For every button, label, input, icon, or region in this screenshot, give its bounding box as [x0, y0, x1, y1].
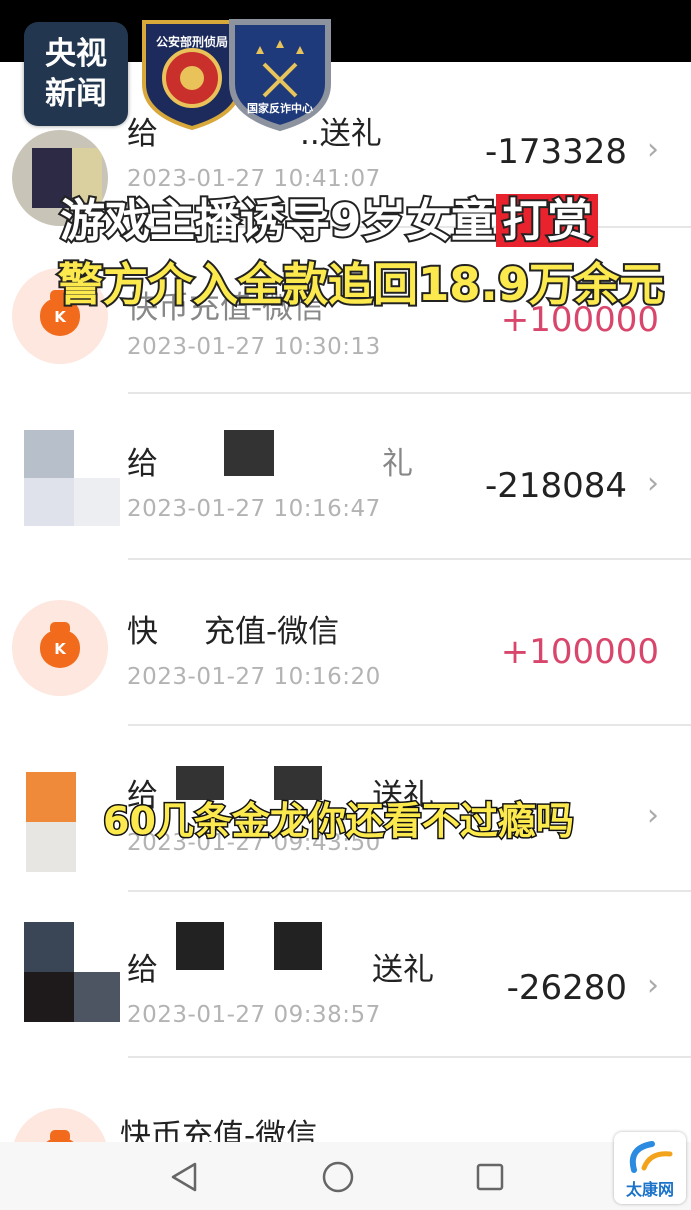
transaction-title-end: 礼 — [382, 446, 413, 482]
redacted-block — [274, 922, 322, 970]
money-bag-icon: K — [12, 1108, 108, 1142]
avatar — [24, 922, 120, 1022]
transaction-title: 快币充值-微信 — [120, 1118, 318, 1142]
transaction-title-end: 充值-微信 — [204, 614, 340, 650]
transaction-row[interactable]: 给 礼 2023-01-27 10:16:47 -218084 › — [0, 394, 691, 560]
transaction-date: 2023-01-27 10:16:47 — [127, 496, 381, 522]
transaction-row[interactable]: 给 送礼 2023-01-27 09:38:57 -26280 › — [0, 892, 691, 1058]
back-icon[interactable] — [164, 1160, 204, 1194]
transaction-amount: -26280 — [506, 968, 627, 1008]
transaction-title-end: 送礼 — [372, 952, 434, 988]
watermark-logo: 太康网 — [614, 1132, 686, 1204]
transaction-date: 2023-01-27 10:30:13 — [127, 334, 381, 360]
avatar — [24, 430, 120, 526]
chevron-right-icon: › — [647, 798, 659, 833]
transaction-date: 2023-01-27 10:16:20 — [127, 664, 381, 690]
transaction-amount: -173328 — [484, 132, 627, 172]
redacted-block — [224, 430, 274, 476]
redacted-block — [176, 922, 224, 970]
headline-line2: 警方介入全款追回18.9万余元 — [56, 256, 666, 313]
transaction-title: 给 — [127, 952, 158, 988]
chevron-right-icon: › — [647, 132, 659, 167]
chevron-right-icon: › — [647, 968, 659, 1003]
svg-text:国家反诈中心: 国家反诈中心 — [247, 101, 313, 115]
transaction-row[interactable]: K 快 充值-微信 2023-01-27 10:16:20 +100000 — [0, 560, 691, 726]
transaction-amount: +100000 — [500, 632, 659, 672]
avatar — [26, 772, 76, 872]
cctv-news-logo: 央视 新闻 — [24, 22, 128, 126]
transaction-amount: -218084 — [484, 466, 627, 506]
svg-text:公安部刑侦局: 公安部刑侦局 — [156, 34, 228, 49]
transaction-row[interactable]: K 快币充值-微信 — [0, 1058, 691, 1142]
money-bag-icon: K — [12, 600, 108, 696]
headline-highlight: 打赏 — [496, 192, 599, 249]
recents-icon[interactable] — [470, 1160, 510, 1194]
navigation-bar — [0, 1142, 691, 1210]
video-subtitle: 60几条金龙你还看不过瘾吗 — [102, 798, 576, 845]
home-icon[interactable] — [318, 1160, 358, 1194]
anti-fraud-badge-logo: 国家反诈中心 — [224, 14, 336, 132]
chevron-right-icon: › — [647, 466, 659, 501]
transaction-date: 2023-01-27 09:38:57 — [127, 1002, 381, 1028]
headline-line1: 游戏主播诱导9岁女童 打赏 — [58, 184, 599, 249]
transaction-title: 快 — [127, 614, 158, 650]
transaction-title: 给 — [127, 446, 158, 482]
